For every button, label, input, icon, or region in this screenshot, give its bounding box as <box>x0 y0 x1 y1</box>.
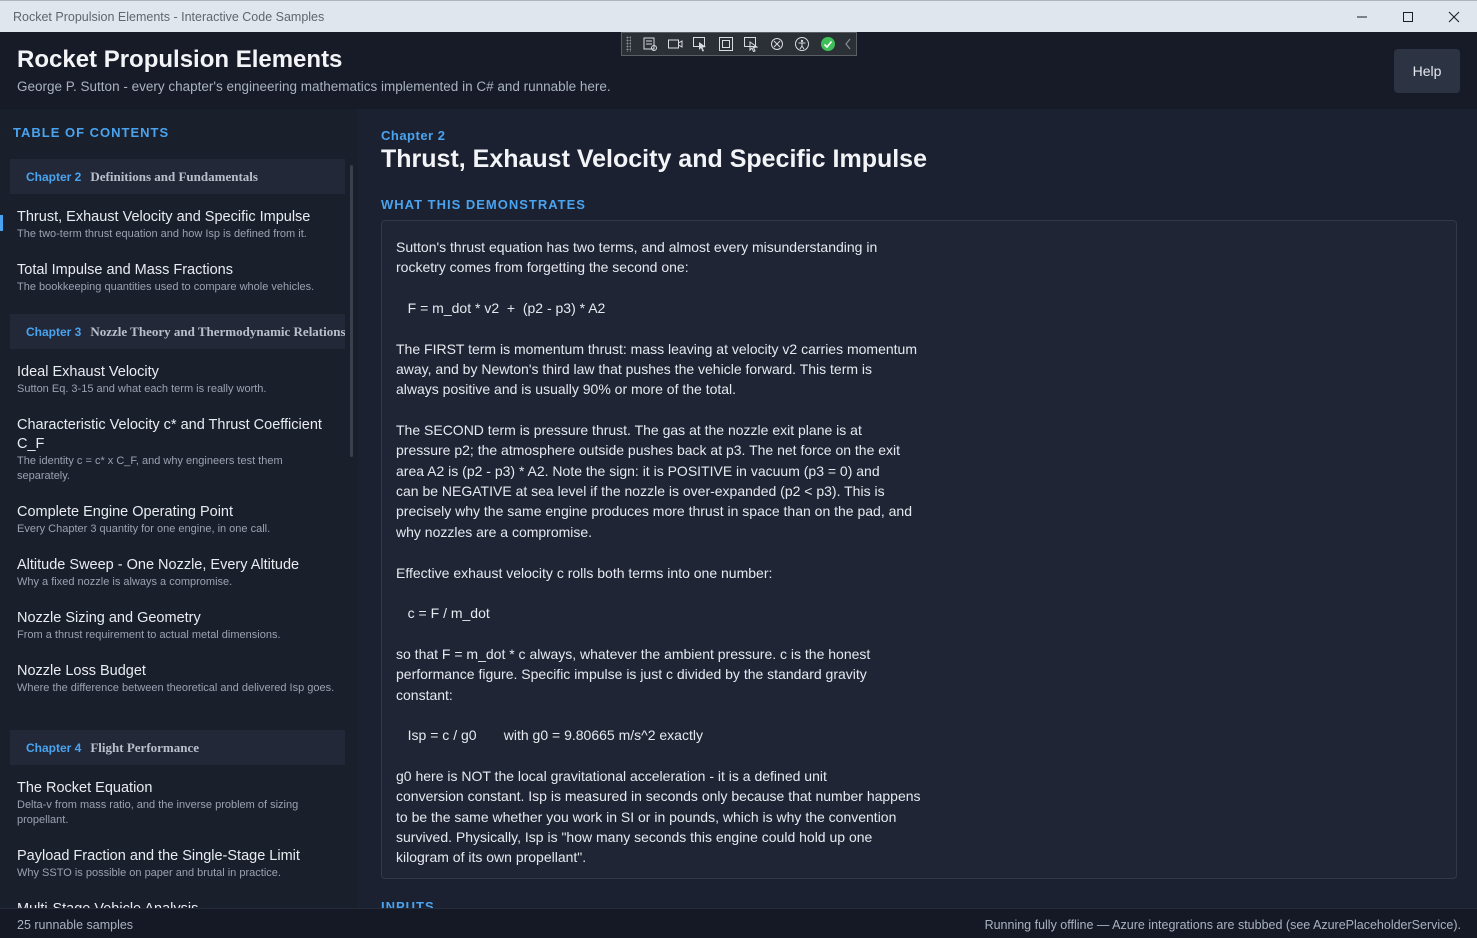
toc-item-title: Multi-Stage Vehicle Analysis <box>17 900 337 908</box>
demonstrates-text: Sutton's thrust equation has two terms, … <box>396 239 921 866</box>
toc-heading: TABLE OF CONTENTS <box>13 125 170 140</box>
toc-item-ideal-exhaust-velocity[interactable]: Ideal Exhaust Velocity Sutton Eq. 3-15 a… <box>17 363 337 397</box>
window-title: Rocket Propulsion Elements - Interactive… <box>13 9 325 24</box>
inputs-heading: INPUTS <box>381 899 435 908</box>
binding-ok-icon <box>820 37 835 51</box>
toc-item-title: The Rocket Equation <box>17 780 153 796</box>
app-title: Rocket Propulsion Elements <box>17 46 343 73</box>
debug-toolbar <box>621 32 857 56</box>
toc-item-description: Where the difference between theoretical… <box>17 682 335 694</box>
toc-item-description: Why a fixed nozzle is always a compromis… <box>17 576 233 588</box>
toc-item-total-impulse[interactable]: Total Impulse and Mass Fractions The boo… <box>17 261 337 295</box>
toc-item-thrust-exhaust-velocity[interactable]: Thrust, Exhaust Velocity and Specific Im… <box>17 208 337 242</box>
collapse-toolbar-button[interactable] <box>840 33 856 55</box>
chapter-number: Chapter 2 <box>26 169 82 184</box>
toc-item-description: The identity c = c* x C_F, and why engin… <box>17 455 283 482</box>
offline-status: Running fully offline — Azure integratio… <box>984 918 1461 932</box>
toc-item-title: Complete Engine Operating Point <box>17 504 234 520</box>
live-visual-tree-button[interactable] <box>637 33 662 55</box>
toc-item-title: Total Impulse and Mass Fractions <box>17 262 233 278</box>
toc-item-characteristic-velocity[interactable]: Characteristic Velocity c* and Thrust Co… <box>17 416 337 484</box>
track-focus-button[interactable] <box>739 33 764 55</box>
chapter-name: Definitions and Fundamentals <box>90 168 258 184</box>
toc-item-title: Nozzle Loss Budget <box>17 663 146 679</box>
select-element-button[interactable] <box>688 33 713 55</box>
toc-item-altitude-sweep[interactable]: Altitude Sweep - One Nozzle, Every Altit… <box>17 556 337 590</box>
toc-item-multi-stage-analysis[interactable]: Multi-Stage Vehicle Analysis <box>17 900 337 908</box>
status-bar: 25 runnable samples Running fully offlin… <box>0 908 1477 938</box>
toc-item-description: The two-term thrust equation and how Isp… <box>17 228 307 240</box>
toc-item-nozzle-loss-budget[interactable]: Nozzle Loss Budget Where the difference … <box>17 662 337 696</box>
display-layout-adorners-button[interactable] <box>713 33 738 55</box>
toc-item-title: Ideal Exhaust Velocity <box>17 364 159 380</box>
toc-item-rocket-equation[interactable]: The Rocket Equation Delta-v from mass ra… <box>17 779 337 828</box>
active-item-marker <box>0 215 3 231</box>
hot-reload-icon <box>770 38 783 50</box>
toolbar-grip[interactable] <box>626 36 631 52</box>
chapter-header-2[interactable]: Chapter 2 Definitions and Fundamentals <box>10 159 345 194</box>
toc-item-nozzle-sizing[interactable]: Nozzle Sizing and Geometry From a thrust… <box>17 609 337 643</box>
chapter-number: Chapter 4 <box>26 740 82 755</box>
select-element-icon <box>693 37 707 52</box>
hot-reload-button[interactable] <box>764 33 789 55</box>
binding-status-button[interactable] <box>815 33 840 55</box>
close-button[interactable] <box>1431 1 1477 33</box>
toc-item-engine-operating-point[interactable]: Complete Engine Operating Point Every Ch… <box>17 503 337 537</box>
chapter-number: Chapter 3 <box>26 324 82 339</box>
toc-item-description: The bookkeeping quantities used to compa… <box>17 281 315 293</box>
demonstrates-panel: Sutton's thrust equation has two terms, … <box>381 220 1457 879</box>
sample-chapter-label: Chapter 2 <box>381 128 446 143</box>
toc-item-title: Characteristic Velocity c* and Thrust Co… <box>17 417 322 452</box>
sample-title: Thrust, Exhaust Velocity and Specific Im… <box>381 145 927 173</box>
window-controls <box>1339 1 1477 33</box>
accessibility-icon <box>795 37 810 51</box>
record-button[interactable] <box>662 33 687 55</box>
maximize-icon <box>1403 12 1413 22</box>
toc-item-title: Altitude Sweep - One Nozzle, Every Altit… <box>17 557 300 573</box>
demonstrates-heading: WHAT THIS DEMONSTRATES <box>381 197 586 212</box>
chapter-name: Flight Performance <box>90 739 200 755</box>
toc-item-description: Sutton Eq. 3-15 and what each term is re… <box>17 383 267 395</box>
record-icon <box>668 39 683 49</box>
toc-item-payload-fraction[interactable]: Payload Fraction and the Single-Stage Li… <box>17 847 337 881</box>
minimize-icon <box>1357 16 1367 18</box>
help-button[interactable]: Help <box>1394 49 1460 93</box>
app-subtitle: George P. Sutton - every chapter's engin… <box>17 79 611 94</box>
minimize-button[interactable] <box>1339 1 1385 33</box>
toc-item-title: Thrust, Exhaust Velocity and Specific Im… <box>17 209 311 225</box>
display-layout-adorners-icon <box>718 37 733 51</box>
chapter-name: Nozzle Theory and Thermodynamic Relation… <box>90 323 345 339</box>
accessibility-button[interactable] <box>790 33 815 55</box>
chapter-header-4[interactable]: Chapter 4 Flight Performance <box>10 730 345 765</box>
toc-item-title: Nozzle Sizing and Geometry <box>17 610 201 626</box>
maximize-button[interactable] <box>1385 1 1431 33</box>
toc-item-description: Why SSTO is possible on paper and brutal… <box>17 867 281 879</box>
chapter-header-3[interactable]: Chapter 3 Nozzle Theory and Thermodynami… <box>10 314 345 349</box>
close-icon <box>1448 11 1460 23</box>
track-focus-icon <box>744 37 759 52</box>
collapse-chevron-icon <box>845 38 851 50</box>
toc-item-description: Delta-v from mass ratio, and the inverse… <box>17 799 299 826</box>
window-titlebar[interactable]: Rocket Propulsion Elements - Interactive… <box>0 0 1477 32</box>
sample-detail-pane[interactable]: Chapter 2 Thrust, Exhaust Velocity and S… <box>358 109 1477 908</box>
toc-item-title: Payload Fraction and the Single-Stage Li… <box>17 848 300 864</box>
sample-count-status: 25 runnable samples <box>17 918 134 932</box>
toc-item-description: Every Chapter 3 quantity for one engine,… <box>17 523 271 535</box>
toc-item-description: From a thrust requirement to actual meta… <box>17 629 281 641</box>
visual-tree-icon <box>643 37 657 51</box>
table-of-contents-sidebar[interactable]: TABLE OF CONTENTS Chapter 2 Definitions … <box>0 109 358 908</box>
sidebar-scrollbar[interactable] <box>350 165 353 457</box>
